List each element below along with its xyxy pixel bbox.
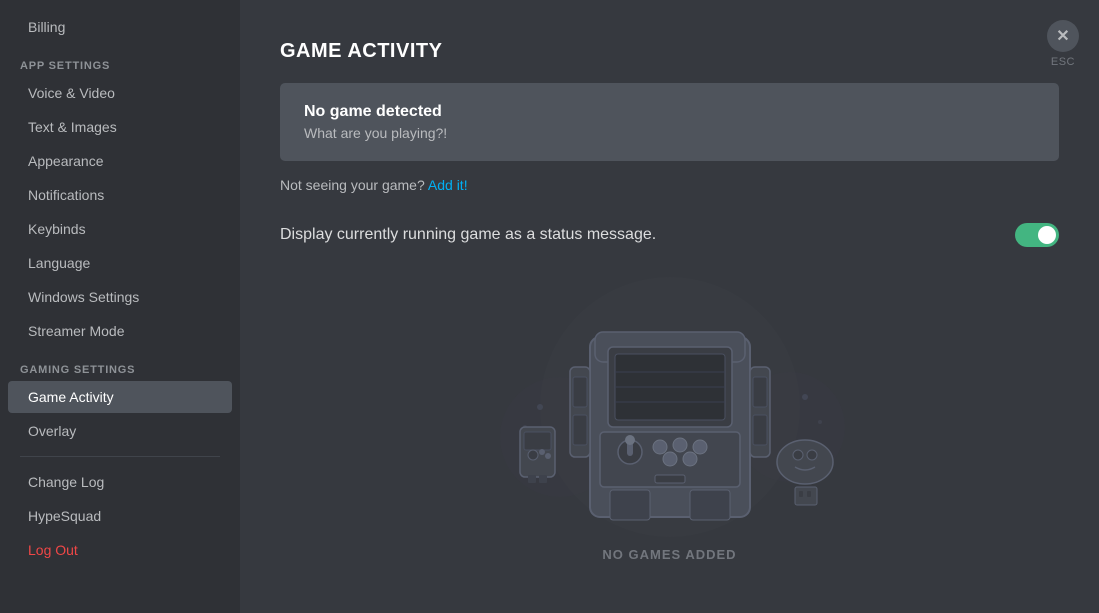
sidebar-item-windows-settings[interactable]: Windows Settings [8,281,232,313]
sidebar-label-log-out: Log Out [28,542,78,558]
sidebar-item-language[interactable]: Language [8,247,232,279]
main-content: ✕ ESC Game Activity No game detected Wha… [240,0,1099,613]
sidebar-label-voice-video: Voice & Video [28,85,115,101]
sidebar-label-change-log: Change Log [28,474,104,490]
add-game-link[interactable]: Add it! [428,177,468,193]
no-games-label: No Games Added [602,547,736,562]
sidebar-item-keybinds[interactable]: Keybinds [8,213,232,245]
sidebar-item-notifications[interactable]: Notifications [8,179,232,211]
add-game-text: Not seeing your game? Add it! [280,177,1059,193]
sidebar-label-hypesquad: HypeSquad [28,508,101,524]
sidebar-item-text-images[interactable]: Text & Images [8,111,232,143]
sidebar-label-overlay: Overlay [28,423,76,439]
sidebar-item-change-log[interactable]: Change Log [8,466,232,498]
sidebar-label-notifications: Notifications [28,187,104,203]
sidebar-item-overlay[interactable]: Overlay [8,415,232,447]
sidebar-item-voice-video[interactable]: Voice & Video [8,77,232,109]
sidebar-section-app-settings: App Settings [0,44,240,76]
no-game-subtitle: What are you playing?! [304,125,1035,141]
page-title: Game Activity [280,40,1059,63]
sidebar-label-language: Language [28,255,90,271]
close-icon: ✕ [1056,26,1069,46]
esc-label: ESC [1051,56,1075,68]
sidebar-item-appearance[interactable]: Appearance [8,145,232,177]
sidebar-billing-label: Billing [28,19,65,35]
sidebar-item-billing[interactable]: Billing [8,11,232,43]
sidebar: Billing App Settings Voice & Video Text … [0,0,240,613]
display-status-toggle[interactable] [1015,223,1059,247]
no-game-title: No game detected [304,103,1035,121]
toggle-label: Display currently running game as a stat… [280,226,656,244]
sidebar-label-keybinds: Keybinds [28,221,86,237]
illustration-area: No Games Added [280,277,1059,562]
sidebar-label-streamer-mode: Streamer Mode [28,323,124,339]
sidebar-item-hypesquad[interactable]: HypeSquad [8,500,232,532]
sidebar-label-game-activity: Game Activity [28,389,114,405]
sidebar-item-game-activity[interactable]: Game Activity [8,381,232,413]
toggle-knob [1038,226,1056,244]
close-button[interactable]: ✕ [1047,20,1079,52]
arcade-illustration [460,277,880,537]
sidebar-item-streamer-mode[interactable]: Streamer Mode [8,315,232,347]
toggle-row: Display currently running game as a stat… [280,213,1059,257]
add-game-prompt: Not seeing your game? [280,177,425,193]
sidebar-label-text-images: Text & Images [28,119,117,135]
no-game-card: No game detected What are you playing?! [280,83,1059,161]
sidebar-divider [20,456,220,457]
sidebar-section-gaming-settings: Gaming Settings [0,348,240,380]
sidebar-item-log-out[interactable]: Log Out [8,534,232,566]
sidebar-label-appearance: Appearance [28,153,104,169]
sidebar-label-windows-settings: Windows Settings [28,289,139,305]
